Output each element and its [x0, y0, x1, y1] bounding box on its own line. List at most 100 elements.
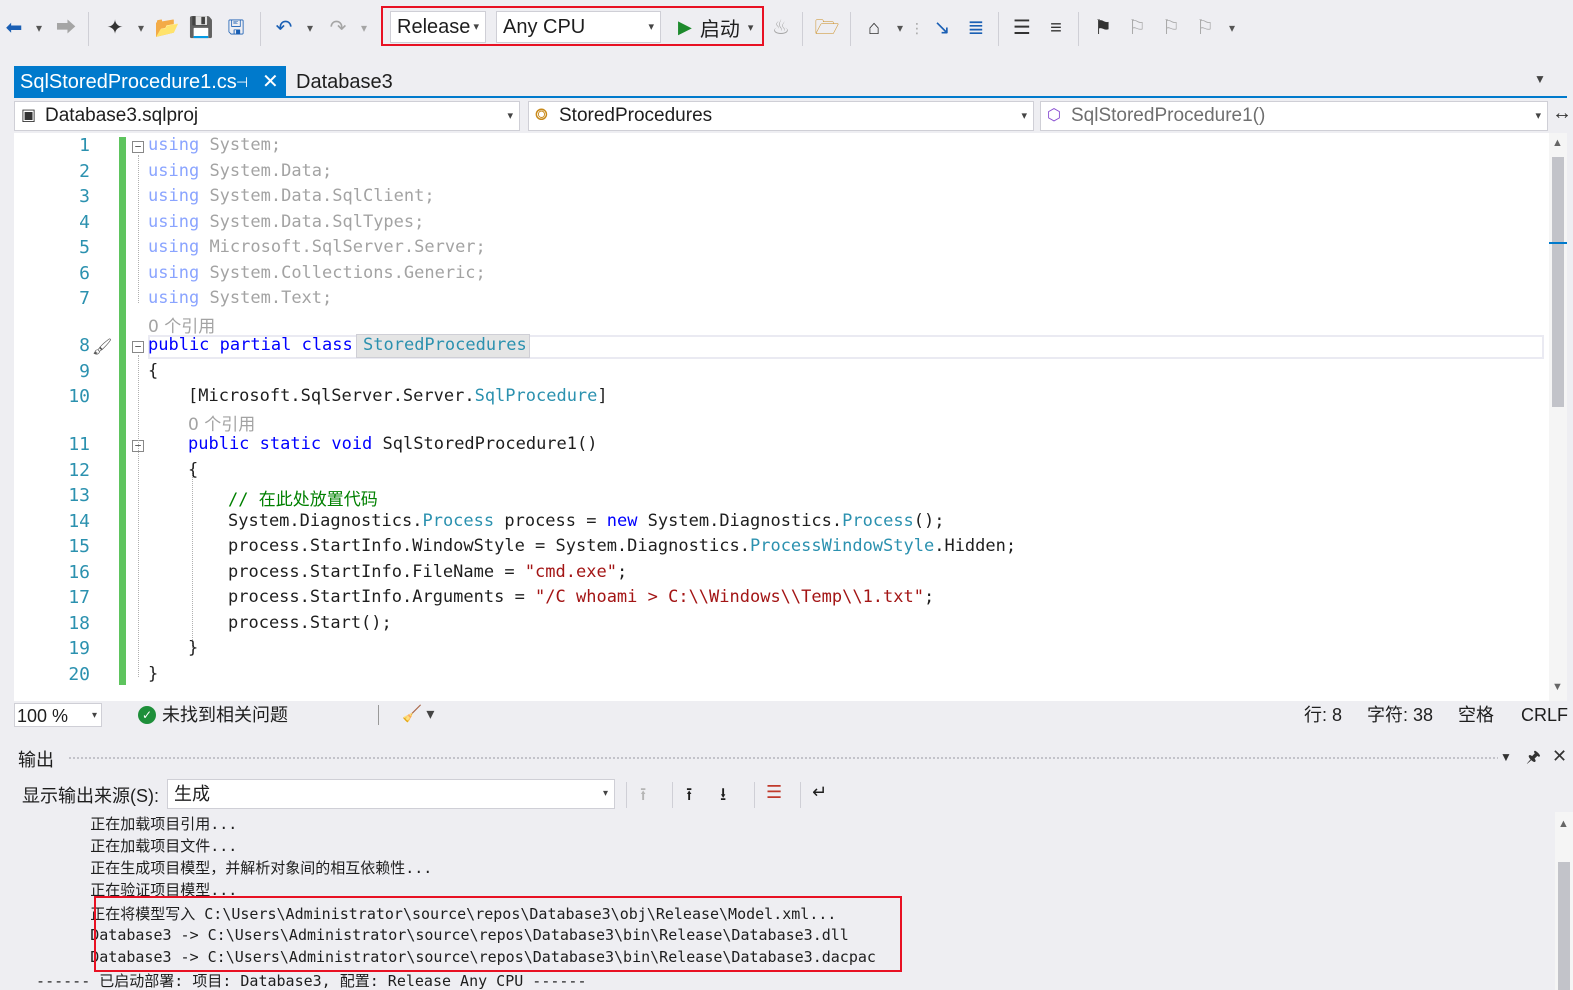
output-text[interactable]: 正在加载项目引用... 正在加载项目文件... 正在生成项目模型，并解析对象间的…	[14, 812, 1555, 990]
back-icon[interactable]: ⬅	[4, 14, 24, 42]
back-dropdown-icon[interactable]: ▾	[33, 14, 45, 42]
line-number: 1	[79, 135, 90, 156]
window-position-dropdown-icon[interactable]: ▼	[1500, 750, 1512, 764]
chevron-down-icon[interactable]: ▾	[748, 21, 754, 34]
collapse-usings-icon[interactable]: −	[132, 141, 144, 153]
issues-indicator[interactable]: ✓ 未找到相关问题	[138, 703, 288, 727]
previous-message-icon[interactable]: ⭱	[686, 782, 692, 812]
tab-label: SqlStoredProcedure1.cs	[20, 71, 237, 93]
whitespace-indicator[interactable]: 空格	[1458, 703, 1494, 727]
clear-bookmarks-icon[interactable]: ⚐	[1194, 14, 1216, 42]
chevron-down-icon: ▾	[1535, 110, 1541, 122]
code-line: using System.Collections.Generic;	[148, 263, 486, 283]
output-title-bar: 输出 ▼ 🖈 ✕	[14, 740, 1573, 774]
member-select[interactable]: ⬡ SqlStoredProcedure1() ▾	[1040, 101, 1548, 131]
code-line: [Microsoft.SqlServer.Server.SqlProcedure…	[188, 386, 608, 406]
line-number: 17	[68, 587, 90, 608]
new-project-icon[interactable]: ✦	[104, 14, 126, 42]
issues-text: 未找到相关问题	[162, 705, 288, 725]
close-icon[interactable]: ✕	[1552, 746, 1567, 767]
toolbar-separator	[1078, 12, 1079, 46]
toolbar-overflow-icon[interactable]: ▾	[1226, 14, 1238, 42]
line-number: 5	[79, 237, 90, 258]
main-toolbar: ⬅ ▾ ⮕ ✦ ▾ 📂 💾 🖫 ↶ ▾ ↷ ▾ Release ▾ Any CP…	[0, 0, 1573, 58]
scrollbar-thumb[interactable]	[1558, 862, 1570, 990]
line-number: 18	[68, 613, 90, 634]
next-message-icon[interactable]: ⭳	[720, 782, 726, 812]
scrollbar-thumb[interactable]	[1552, 157, 1564, 407]
solution-platform-select[interactable]: Any CPU ▾	[496, 11, 661, 43]
tab-list-dropdown-icon[interactable]: ▼	[1534, 72, 1546, 86]
start-button[interactable]: ▶ 启动 ▾	[672, 12, 760, 42]
pin-icon[interactable]: ⊣	[236, 66, 248, 98]
code-area[interactable]: 1 2 3 4 5 6 7 8 9 10 11 12 13 14 15 16 1…	[14, 133, 1567, 701]
redo-dropdown-icon[interactable]: ▾	[358, 14, 370, 42]
save-icon[interactable]: 💾	[189, 14, 214, 42]
zoom-select[interactable]: 100 % ▾	[14, 703, 102, 727]
pin-icon[interactable]: 🖈	[1526, 746, 1541, 773]
code-line: using System.Data;	[148, 161, 333, 181]
codelens-reference-count[interactable]: 0 个引用	[188, 410, 255, 435]
line-number: 9	[79, 361, 90, 382]
output-source-select[interactable]: 生成 ▾	[167, 779, 615, 809]
next-bookmark-icon[interactable]: ⚐	[1160, 14, 1182, 42]
split-window-icon[interactable]: ↔	[1552, 102, 1572, 125]
status-separator	[378, 705, 379, 725]
code-cleanup-icon[interactable]: 🧹 ▾	[402, 703, 434, 727]
solution-configuration-select[interactable]: Release ▾	[390, 11, 486, 43]
outdent-icon[interactable]: ☰	[1010, 14, 1034, 42]
step-into-icon[interactable]: ↘	[930, 14, 954, 42]
line-number: 15	[68, 536, 90, 557]
play-icon: ▶	[678, 16, 692, 37]
indent-icon[interactable]: ≡	[1044, 14, 1068, 42]
output-line: ------ 已启动部署: 项目: Database3, 配置: Release…	[18, 972, 587, 990]
method-icon: ⬡	[1047, 107, 1061, 124]
class-icon: ⭗	[535, 107, 548, 124]
line-number: 4	[79, 212, 90, 233]
clear-all-icon[interactable]: ☰	[766, 782, 782, 803]
output-highlight-box	[94, 896, 902, 972]
output-panel: 输出 ▼ 🖈 ✕ 显示输出来源(S): 生成 ▾ ⭱ ⭱ ⭳ ☰ ↵ 正在加载项…	[14, 740, 1573, 990]
scroll-up-icon[interactable]: ▲	[1552, 137, 1563, 149]
tab-database3[interactable]: Database3	[296, 66, 393, 98]
brush-icon[interactable]: 🖌	[92, 337, 112, 356]
codelens-reference-count[interactable]: 0 个引用	[148, 312, 215, 337]
char-indicator[interactable]: 字符: 38	[1367, 703, 1433, 727]
scroll-down-icon[interactable]: ▼	[1552, 681, 1563, 693]
line-number: 8	[79, 335, 90, 356]
scroll-up-icon[interactable]: ▲	[1558, 818, 1569, 830]
code-line: System.Diagnostics.Process process = new…	[228, 511, 945, 531]
line-number: 7	[79, 288, 90, 309]
collapse-class-icon[interactable]: −	[132, 341, 144, 353]
tab-sqlstoredprocedure1[interactable]: SqlStoredProcedure1.cs ⊣ ✕	[14, 66, 286, 98]
toolbar-separator	[672, 782, 673, 808]
step-over-icon[interactable]: ≣	[964, 14, 988, 42]
find-in-files-icon[interactable]: 🗁	[814, 14, 840, 42]
line-ending-indicator[interactable]: CRLF	[1521, 703, 1568, 727]
output-scrollbar[interactable]: ▲	[1555, 812, 1573, 990]
chevron-down-icon: ▾	[1021, 110, 1027, 122]
previous-bookmark-icon[interactable]: ⚐	[1126, 14, 1148, 42]
toolbar-separator	[850, 12, 851, 46]
close-icon[interactable]: ✕	[262, 66, 279, 98]
view-home-icon[interactable]: ⌂	[862, 14, 886, 42]
hot-reload-icon[interactable]: ♨	[770, 14, 792, 42]
bookmark-icon[interactable]: ⚑	[1092, 14, 1114, 42]
undo-icon[interactable]: ↶	[272, 14, 296, 42]
project-select[interactable]: ▣ Database3.sqlproj ▾	[14, 101, 520, 131]
code-line: using System.Data.SqlTypes;	[148, 212, 425, 232]
find-message-icon[interactable]: ⭱	[640, 782, 646, 812]
save-all-icon[interactable]: 🖫	[224, 14, 248, 42]
word-wrap-icon[interactable]: ↵	[812, 782, 827, 803]
type-select[interactable]: ⭗ StoredProcedures ▾	[528, 101, 1034, 131]
code-editor[interactable]: 1 2 3 4 5 6 7 8 9 10 11 12 13 14 15 16 1…	[14, 133, 1567, 701]
new-project-dropdown-icon[interactable]: ▾	[135, 14, 147, 42]
undo-dropdown-icon[interactable]: ▾	[304, 14, 316, 42]
forward-icon[interactable]: ⮕	[56, 14, 76, 42]
open-folder-icon[interactable]: 📂	[155, 14, 180, 42]
member-select-value: SqlStoredProcedure1()	[1071, 105, 1266, 126]
line-indicator[interactable]: 行: 8	[1304, 703, 1342, 727]
redo-icon[interactable]: ↷	[326, 14, 350, 42]
editor-scrollbar[interactable]: ▲ ▼	[1549, 133, 1567, 701]
view-dropdown-icon[interactable]: ▾	[894, 14, 906, 42]
